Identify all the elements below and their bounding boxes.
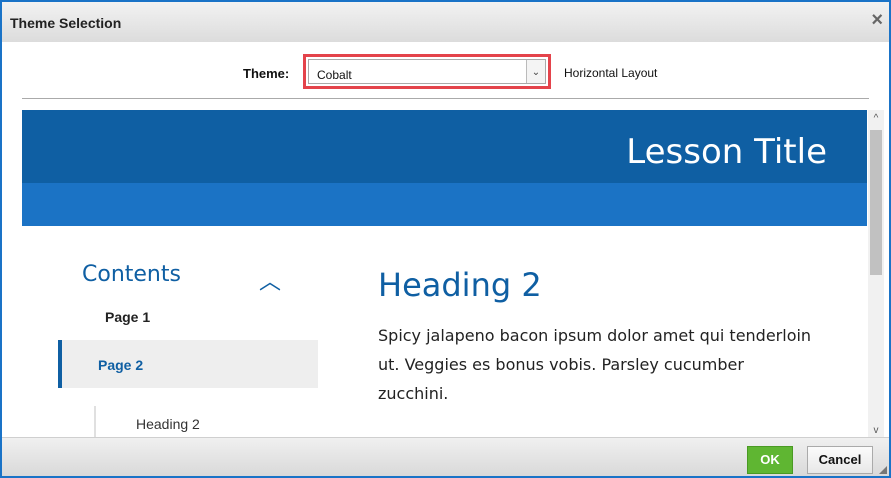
dialog-title: Theme Selection (10, 15, 122, 31)
resize-grip-icon[interactable] (879, 466, 887, 474)
preview-scrollbar[interactable]: ^ v (868, 110, 884, 440)
dialog-footer: OK Cancel (2, 437, 889, 476)
theme-selection-dialog: Theme Selection × Theme: Cobalt ⌄ Horizo… (0, 0, 891, 478)
scroll-up-icon[interactable]: ^ (868, 110, 884, 128)
theme-select[interactable]: Cobalt ⌄ (308, 59, 546, 84)
theme-select-value: Cobalt (317, 68, 352, 82)
chevron-up-icon: ︿ (259, 269, 282, 294)
layout-label: Horizontal Layout (564, 66, 658, 80)
divider (22, 98, 869, 99)
nav-item-page-2: Page 2 (58, 340, 318, 388)
theme-label: Theme: (243, 66, 290, 81)
preview-banner: Lesson Title (22, 110, 867, 183)
nav-item-label: Page 2 (98, 357, 144, 373)
dialog-titlebar[interactable]: Theme Selection × (2, 2, 889, 43)
subnav-item: Heading 2 (94, 406, 256, 440)
contents-title: Contents (82, 262, 181, 287)
close-icon[interactable]: × (871, 10, 883, 30)
theme-preview: Lesson Title Contents ︿ Page 1 Page 2 He… (22, 110, 867, 440)
preview-subbanner (22, 183, 867, 226)
preview-heading: Heading 2 (378, 266, 542, 304)
nav-item-page-1: Page 1 (105, 309, 151, 325)
ok-button[interactable]: OK (747, 446, 793, 474)
subnav-item-label: Heading 2 (136, 416, 200, 432)
preview-body-text: Spicy jalapeno bacon ipsum dolor amet qu… (378, 326, 812, 403)
theme-row: Theme: Cobalt ⌄ Horizontal Layout (2, 42, 889, 97)
theme-select-highlight: Cobalt ⌄ (303, 54, 551, 89)
chevron-down-icon[interactable]: ⌄ (526, 60, 545, 83)
scroll-thumb[interactable] (870, 130, 882, 275)
lesson-title: Lesson Title (626, 132, 827, 172)
cancel-button[interactable]: Cancel (807, 446, 873, 474)
